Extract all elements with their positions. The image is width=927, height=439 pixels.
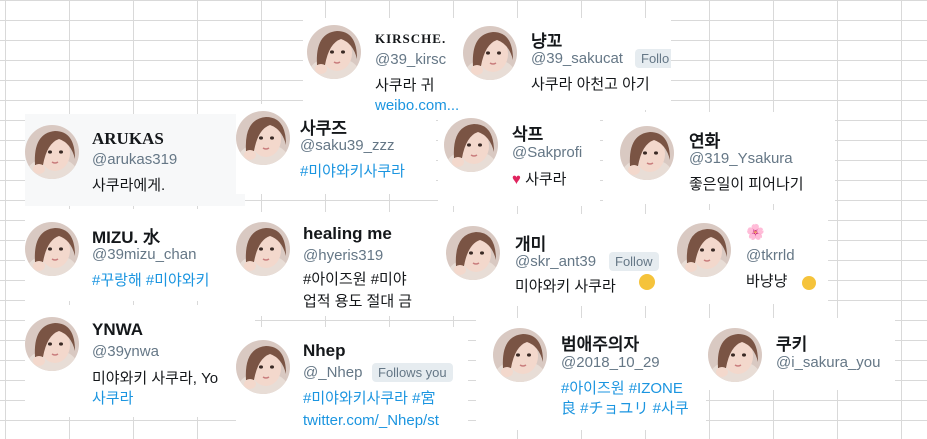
user-card-tkrrld[interactable]: 🌸 @tkrrld 바냥냥 <box>660 210 828 304</box>
smile-emoji-icon <box>639 274 655 290</box>
user-handle[interactable]: @tkrrld <box>746 247 795 264</box>
avatar[interactable] <box>677 223 731 277</box>
avatar[interactable] <box>25 317 79 371</box>
bio-hashtag[interactable]: 사쿠라 <box>92 389 133 409</box>
user-card-ynwa[interactable]: YNWA @39ynwa 미야와키 사쿠라, Yo 사쿠라 <box>25 305 255 417</box>
bio-text: 미야와키 사쿠라 <box>515 278 616 295</box>
avatar[interactable] <box>307 25 361 79</box>
display-name[interactable]: 개미 <box>515 230 546 255</box>
user-card-cookie[interactable]: 쿠키 @i_sakura_you <box>690 318 895 390</box>
user-card-beomaejuuija[interactable]: 범애주의자 @2018_10_29 #아이즈원 #IZONE 良 #チョユリ #… <box>476 318 706 430</box>
display-name[interactable]: KIRSCHE. <box>375 31 446 47</box>
user-card-yeonhwa[interactable]: 연화 @319_Ysakura 좋은일이 피어나기 <box>603 112 835 204</box>
moon-emoji-icon <box>802 276 816 290</box>
bio-text-value: 사쿠라 <box>525 171 567 188</box>
follows-you-badge: Follow <box>609 252 659 271</box>
bio-text: 미야와키 사쿠라, Yo <box>92 370 219 387</box>
user-card-mizu[interactable]: MIZU. 水 @39mizu_chan #꾸랑해 #미야와키 <box>25 209 245 301</box>
avatar[interactable] <box>25 222 79 276</box>
flower-icon[interactable]: 🌸 <box>746 223 765 241</box>
bio-text: 사쿠라 귀 <box>375 77 435 94</box>
user-card-nyangkko[interactable]: 냥꼬 @39_sakucat Follo 사쿠라 아천고 아기 <box>459 18 671 110</box>
bio-hashtags-line2[interactable]: 良 #チョユリ #사쿠 <box>561 399 689 419</box>
avatar[interactable] <box>444 118 498 172</box>
bio-text: 바냥냥 <box>746 273 788 290</box>
display-name[interactable]: Nhep <box>303 341 346 361</box>
bio-hashtags[interactable]: #아이즈원 #IZONE <box>561 379 683 399</box>
user-handle[interactable]: @Sakprofi <box>512 144 582 161</box>
user-card-kirsche[interactable]: KIRSCHE. @39_kirsc 사쿠라 귀 weibo.com... <box>303 18 463 118</box>
bio-hashtag[interactable]: #미야와키사쿠라 <box>300 162 405 182</box>
avatar[interactable] <box>463 26 517 80</box>
avatar[interactable] <box>446 226 500 280</box>
user-handle[interactable]: @2018_10_29 <box>561 354 660 371</box>
user-handle[interactable]: @39mizu_chan <box>92 246 196 263</box>
display-name[interactable]: ARUKAS <box>92 129 164 149</box>
avatar[interactable] <box>236 111 290 165</box>
user-card-sakpeu[interactable]: 삭프 @Sakprofi ♥ 사쿠라 <box>438 110 600 206</box>
bio-text: #아이즈원 #미야 <box>303 271 407 288</box>
heart-icon: ♥ <box>512 171 521 188</box>
user-handle[interactable]: @39_kirsc <box>375 51 446 68</box>
bio-text: ♥ 사쿠라 <box>512 170 566 190</box>
display-name[interactable]: MIZU. 水 <box>92 223 160 248</box>
user-handle[interactable]: @skr_ant39 <box>515 253 596 270</box>
display-name[interactable]: 냥꼬 <box>531 27 562 52</box>
bio-hashtags[interactable]: #꾸랑해 #미야와키 <box>92 271 209 291</box>
display-name[interactable]: YNWA <box>92 320 143 340</box>
display-name[interactable]: healing me <box>303 224 392 244</box>
user-card-healing-me[interactable]: healing me @hyeris319 #아이즈원 #미야 업적 용도 절대… <box>236 212 458 316</box>
follows-you-badge: Follows you <box>372 363 453 382</box>
user-card-gaemi[interactable]: 개미 @skr_ant39 Follow 미야와키 사쿠라 <box>432 214 660 306</box>
bio-link[interactable]: twitter.com/_Nhep/st <box>303 411 439 431</box>
avatar[interactable] <box>25 125 79 179</box>
user-handle[interactable]: @hyeris319 <box>303 247 383 264</box>
bio-hashtags[interactable]: #미야와키사쿠라 #宮 <box>303 389 435 409</box>
avatar[interactable] <box>236 222 290 276</box>
user-handle[interactable]: @saku39_zzz <box>300 137 394 154</box>
avatar[interactable] <box>493 328 547 382</box>
user-handle[interactable]: @arukas319 <box>92 151 177 168</box>
bio-text: 사쿠라에게. <box>92 177 166 194</box>
user-handle[interactable]: @39ynwa <box>92 343 159 360</box>
user-card-arukas[interactable]: ARUKAS @arukas319 사쿠라에게. <box>25 114 245 206</box>
display-name[interactable]: 쿠키 <box>776 330 807 355</box>
user-handle[interactable]: @319_Ysakura <box>689 150 793 167</box>
follows-you-badge: Follo <box>635 49 671 68</box>
bio-text: 사쿠라 아천고 아기 <box>531 76 650 93</box>
avatar[interactable] <box>620 126 674 180</box>
display-name[interactable]: 연화 <box>689 127 720 152</box>
display-name[interactable]: 삭프 <box>512 120 543 145</box>
bio-text-line2: 업적 용도 절대 금 <box>303 293 413 310</box>
bio-text: 좋은일이 피어나기 <box>689 176 804 193</box>
avatar[interactable] <box>236 340 290 394</box>
user-handle[interactable]: @i_sakura_you <box>776 354 880 371</box>
user-handle[interactable]: @_Nhep <box>303 364 362 381</box>
avatar[interactable] <box>708 328 762 382</box>
display-name[interactable]: 범애주의자 <box>561 330 639 355</box>
user-handle[interactable]: @39_sakucat <box>531 50 623 67</box>
user-card-nhep[interactable]: Nhep @_Nhep Follows you #미야와키사쿠라 #宮 twit… <box>236 327 468 439</box>
